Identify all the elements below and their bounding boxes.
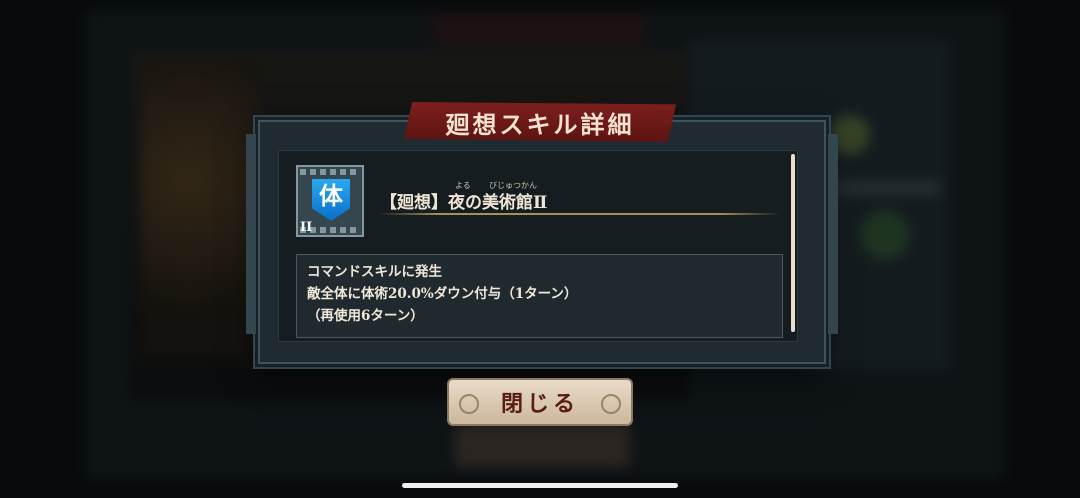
skill-name-underline bbox=[378, 213, 780, 215]
description-line: （再使用6ターン） bbox=[307, 308, 424, 324]
close-button-label: 閉じる bbox=[500, 391, 579, 417]
skill-description-box: コマンドスキルに発生 敵全体に体術20.0%ダウン付与（1ターン） （再使用6タ… bbox=[296, 254, 783, 338]
dialog-title: 廻想スキル詳細 bbox=[445, 109, 635, 139]
description-line: コマンドスキルに発生 bbox=[307, 264, 442, 280]
body-attribute-shield-icon: 体 bbox=[312, 179, 350, 221]
film-strip-top bbox=[300, 169, 360, 175]
skill-name: 【廻想】夜の美術館Ⅱ bbox=[380, 193, 548, 213]
close-button[interactable]: 閉じる bbox=[447, 378, 633, 426]
description-line: 敵全体に体術20.0%ダウン付与（1ターン） bbox=[307, 286, 578, 302]
home-indicator[interactable] bbox=[402, 483, 678, 488]
attribute-glyph: 体 bbox=[319, 181, 343, 210]
dialog-title-banner: 廻想スキル詳細 bbox=[404, 102, 676, 142]
dialog-scrollbar[interactable] bbox=[791, 154, 795, 332]
skill-rank: II bbox=[300, 220, 313, 235]
game-screen: 廻想スキル詳細 体 II よる びじゅつかん 【廻想】夜の美術館Ⅱ コマンドスキ… bbox=[0, 0, 1080, 498]
